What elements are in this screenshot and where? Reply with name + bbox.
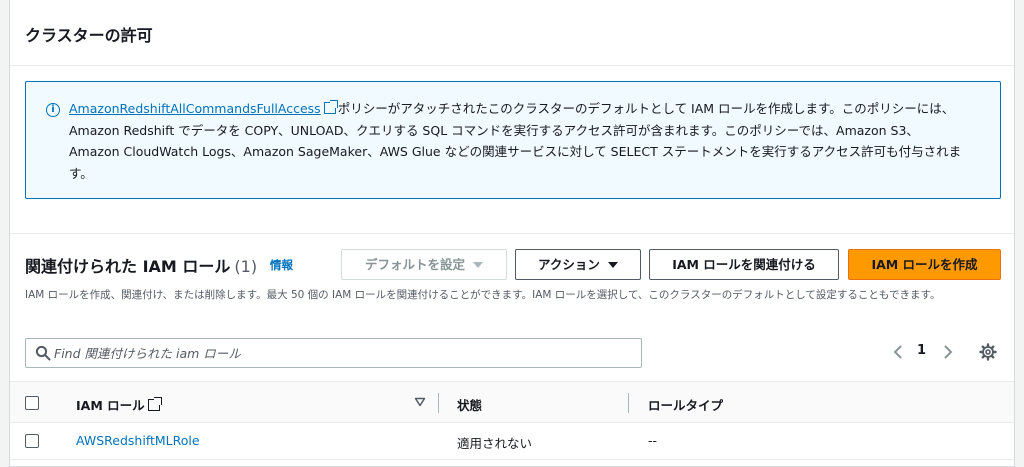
section-description: IAM ロールを作成、関連付け、または削除します。最大 50 個の IAM ロー… (25, 289, 941, 301)
caret-down-icon (473, 262, 483, 268)
external-link-icon[interactable] (323, 100, 338, 114)
column-resizer[interactable] (438, 393, 439, 413)
create-role-button[interactable]: IAM ロールを作成 (848, 249, 1001, 280)
panel-title: クラスターの許可 (25, 26, 153, 45)
role-status: 適用されない (457, 436, 533, 451)
role-name-link[interactable]: AWSRedshiftMLRole (76, 433, 200, 448)
section-title: 関連付けられた IAM ロール (1) (25, 253, 257, 277)
set-default-label: デフォルトを設定 (364, 257, 465, 272)
external-link-icon (147, 397, 162, 411)
policy-link[interactable]: AmazonRedshiftAllCommandsFullAccess (69, 101, 321, 116)
alert-text: AmazonRedshiftAllCommandsFullAccess ポリシーが… (69, 98, 969, 184)
select-all-checkbox[interactable] (25, 396, 39, 410)
chevron-left-icon[interactable] (888, 342, 908, 362)
column-role-label: IAM ロール (76, 398, 145, 413)
table-header: IAM ロール 状態 ロールタイプ (10, 381, 1014, 423)
associate-role-button[interactable]: IAM ロールを関連付ける (649, 249, 839, 280)
info-link[interactable]: 情報 (270, 257, 293, 273)
info-icon: i (46, 103, 60, 117)
column-header-role[interactable]: IAM ロール (76, 395, 162, 414)
current-page[interactable]: 1 (917, 343, 926, 358)
row-checkbox[interactable] (25, 434, 39, 448)
info-alert: i AmazonRedshiftAllCommandsFullAccess ポリシ… (25, 81, 1001, 199)
section-divider (10, 233, 1014, 234)
chevron-right-icon[interactable] (938, 342, 958, 362)
section-title-text: 関連付けられた IAM ロール (25, 257, 231, 276)
table-row[interactable]: AWSRedshiftMLRole 適用されない -- (10, 423, 1014, 460)
column-header-status[interactable]: 状態 (457, 395, 482, 414)
gear-icon[interactable] (978, 342, 998, 362)
search-icon (35, 345, 51, 361)
panel-header: クラスターの許可 (10, 0, 1014, 66)
role-count: (1) (234, 257, 258, 276)
actions-button[interactable]: アクション (515, 249, 641, 280)
column-resizer[interactable] (628, 393, 629, 413)
search-input[interactable] (54, 343, 634, 363)
role-type: -- (648, 433, 658, 448)
column-header-role-type[interactable]: ロールタイプ (648, 395, 723, 414)
actions-label: アクション (538, 257, 600, 272)
caret-down-icon (607, 262, 618, 268)
set-default-button[interactable]: デフォルトを設定 (341, 249, 507, 280)
sort-down-icon[interactable] (414, 396, 426, 408)
search-box[interactable] (25, 338, 642, 368)
cluster-permissions-panel: クラスターの許可 i AmazonRedshiftAllCommandsFull… (9, 0, 1015, 467)
